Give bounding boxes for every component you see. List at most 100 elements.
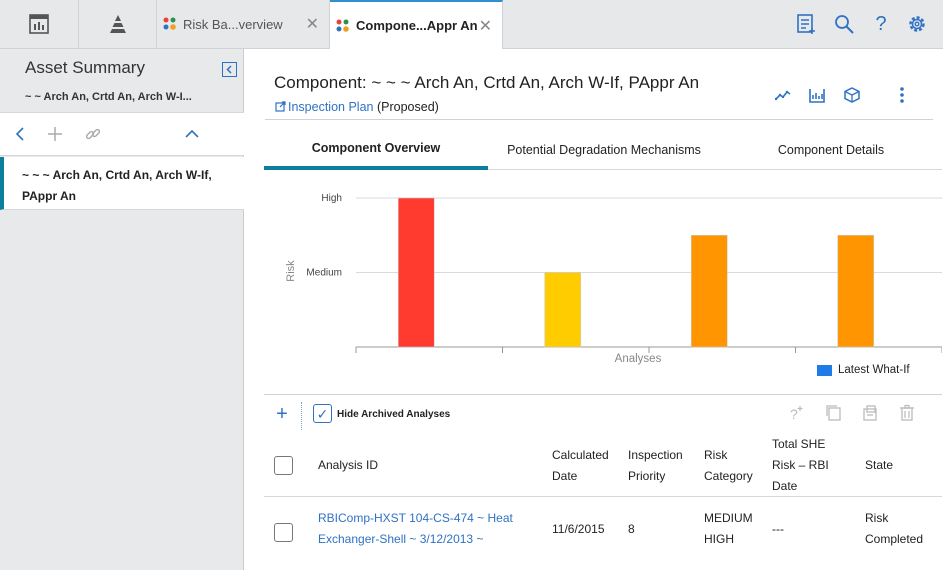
search-icon[interactable]	[833, 13, 855, 35]
back-icon[interactable]	[11, 125, 29, 143]
chart-bar	[397, 197, 435, 348]
tab-label: Compone...Appr An	[356, 18, 478, 33]
she-risk-date-cell: ---	[772, 522, 784, 536]
chart-legend: Latest What-If	[817, 364, 910, 376]
chart-bar	[837, 234, 875, 348]
analysis-grid-toolbar: + ✓ Hide Archived Analyses ?	[264, 399, 942, 431]
risk-category-line: MEDIUM	[704, 511, 753, 525]
tab-label: Risk Ba...verview	[183, 16, 283, 32]
trend-chart-icon[interactable]	[774, 86, 792, 104]
asset-item-line1: ~ ~ ~ Arch An, Crtd An, Arch W-If,	[22, 168, 212, 182]
chevron-up-icon[interactable]	[183, 125, 201, 143]
inspection-plan-state: (Proposed)	[376, 100, 439, 114]
x-axis-title: Analyses	[615, 353, 662, 365]
tab-component-appr[interactable]: Compone...Appr An ✕	[330, 0, 503, 49]
collapse-pane-button[interactable]	[222, 62, 237, 77]
add-icon[interactable]	[46, 125, 64, 143]
header-inspection-priority[interactable]: Inspection Priority	[628, 445, 683, 487]
risk-category-cell: MEDIUM HIGH	[704, 508, 753, 550]
copy-icon[interactable]	[825, 404, 843, 422]
pyramid-button[interactable]	[79, 0, 157, 48]
analysis-id-link[interactable]: RBIComp-HXST 104-CS-474 ~ Heat Exchanger…	[318, 508, 513, 550]
hide-archived-label: Hide Archived Analyses	[337, 409, 451, 420]
tab-component-overview[interactable]: Component Overview	[264, 129, 488, 170]
y-tick-label: High	[321, 193, 342, 204]
header-risk-category[interactable]: Risk Category	[704, 445, 753, 487]
people-group-icon	[336, 19, 349, 32]
gear-icon[interactable]	[906, 13, 928, 35]
risk-chart: Medium High Analyses Risk Latest What-If	[264, 181, 942, 381]
cube-icon[interactable]	[843, 86, 861, 104]
analysis-table: Analysis ID Calculated Date Inspection P…	[264, 435, 942, 559]
close-icon[interactable]: ✕	[306, 14, 319, 34]
header-text: Inspection	[628, 448, 683, 462]
chart-bar	[544, 272, 582, 348]
select-all-checkbox[interactable]	[274, 456, 293, 475]
asset-summary-subtitle: ~ ~ Arch An, Crtd An, Arch W-I...	[25, 91, 192, 103]
top-bar: Risk Ba...verview ✕ Compone...Appr An ✕ …	[0, 0, 943, 49]
header-text: Category	[704, 469, 753, 483]
state-cell: Risk Completed	[865, 508, 923, 550]
state-line: Risk	[865, 511, 889, 525]
calculated-date-cell: 11/6/2015	[552, 522, 605, 536]
tab-component-details[interactable]: Component Details	[720, 129, 942, 170]
header-text: Date	[552, 469, 578, 483]
header-calculated-date[interactable]: Calculated Date	[552, 445, 609, 487]
analysis-id-line: RBIComp-HXST 104-CS-474 ~ Heat	[318, 511, 513, 525]
header-divider	[265, 119, 933, 120]
inspection-plan: Inspection Plan (Proposed)	[275, 100, 439, 114]
component-pane: Component: ~ ~ ~ Arch An, Crtd An, Arch …	[245, 49, 943, 570]
header-text: Date	[772, 479, 798, 493]
checklist-icon[interactable]	[795, 13, 817, 35]
legend-swatch	[817, 364, 832, 376]
inspection-plan-link[interactable]: Inspection Plan	[288, 100, 373, 114]
close-icon[interactable]: ✕	[479, 16, 492, 36]
external-link-icon	[275, 101, 286, 112]
inspection-priority-cell: 8	[628, 522, 635, 536]
component-tabs: Component Overview Potential Degradation…	[264, 129, 942, 170]
asset-summary-pane: Asset Summary ~ ~ Arch An, Crtd An, Arch…	[0, 49, 244, 570]
archive-icon[interactable]	[861, 404, 879, 422]
pyramid-icon	[109, 15, 126, 33]
link-icon[interactable]	[84, 125, 102, 143]
dashboard-icon	[29, 14, 49, 34]
help-add-icon[interactable]: ?	[788, 404, 806, 422]
row-checkbox[interactable]	[274, 523, 293, 542]
analysis-id-line: Exchanger-Shell ~ 3/12/2013 ~	[318, 532, 484, 546]
header-total-she-risk-date[interactable]: Total SHE Risk – RBI Date	[772, 434, 829, 497]
y-tick-label: Medium	[306, 268, 342, 279]
app-window: Risk Ba...verview ✕ Compone...Appr An ✕ …	[0, 0, 943, 570]
hide-archived-checkbox[interactable]: ✓	[313, 404, 332, 423]
risk-chart-svg: Medium High Analyses Risk	[285, 193, 942, 365]
table-header-row: Analysis ID Calculated Date Inspection P…	[264, 435, 942, 497]
header-state[interactable]: State	[865, 455, 893, 476]
gauge-chart-icon[interactable]	[808, 86, 826, 104]
help-icon[interactable]: ?	[870, 13, 892, 35]
tab-potential-degradation-mechanisms[interactable]: Potential Degradation Mechanisms	[488, 129, 720, 170]
asset-summary-title: Asset Summary	[25, 58, 145, 77]
legend-label: Latest What-If	[838, 364, 910, 376]
header-text: Risk – RBI	[772, 458, 829, 472]
page-title: Component: ~ ~ ~ Arch An, Crtd An, Arch …	[274, 73, 700, 92]
table-row[interactable]: RBIComp-HXST 104-CS-474 ~ Heat Exchanger…	[264, 497, 942, 559]
chevron-left-icon	[226, 65, 232, 74]
svg-text:?: ?	[790, 406, 798, 422]
delete-icon[interactable]	[898, 404, 916, 422]
risk-category-line: HIGH	[704, 532, 734, 546]
add-analysis-button[interactable]: +	[274, 404, 290, 424]
asset-item-line2: PAppr An	[22, 189, 76, 203]
header-text: Risk	[704, 448, 728, 462]
dashboard-button[interactable]	[0, 0, 79, 48]
more-options-icon[interactable]	[893, 86, 911, 104]
asset-summary-item[interactable]: ~ ~ ~ Arch An, Crtd An, Arch W-If, PAppr…	[0, 157, 244, 210]
tab-risk-based-overview[interactable]: Risk Ba...verview ✕	[157, 0, 330, 48]
header-text: Total SHE	[772, 437, 826, 451]
header-analysis-id[interactable]: Analysis ID	[318, 455, 378, 476]
asset-summary-toolbar	[0, 112, 244, 156]
toolbar-separator	[301, 402, 302, 430]
header-text: Calculated	[552, 448, 609, 462]
state-line: Completed	[865, 532, 924, 546]
check-icon: ✓	[316, 405, 329, 422]
people-group-icon	[163, 17, 176, 30]
y-axis-title: Risk	[285, 260, 297, 282]
